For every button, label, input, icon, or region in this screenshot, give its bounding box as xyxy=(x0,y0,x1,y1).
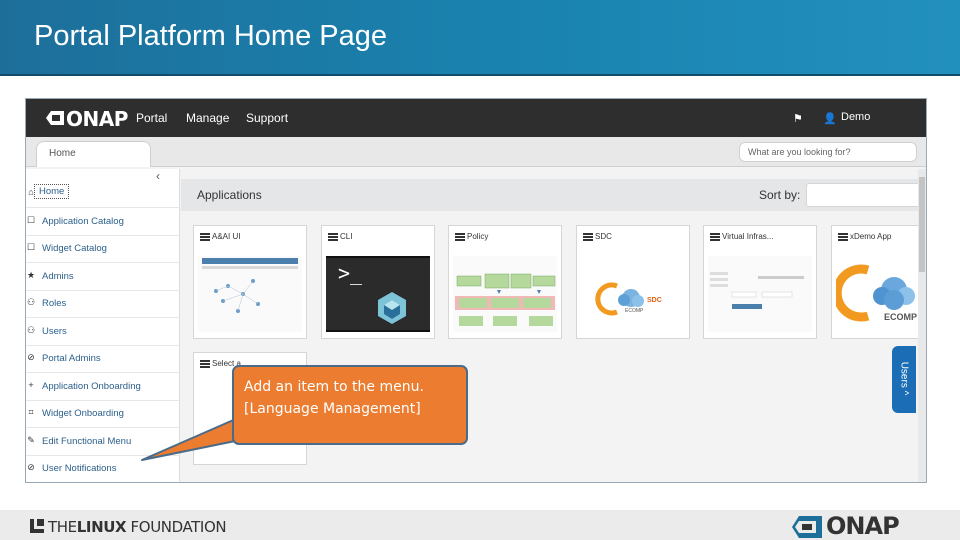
sidebar-item-label: Widget Catalog xyxy=(42,243,107,254)
sidebar-item-widget-onboarding[interactable]: ⌗ Widget Onboarding xyxy=(26,400,180,428)
svg-text:SDC: SDC xyxy=(647,297,662,304)
sidebar-item-widget-catalog[interactable]: ☐ Widget Catalog xyxy=(26,235,180,263)
slide-title: Portal Platform Home Page xyxy=(34,20,387,52)
nav-manage[interactable]: Manage xyxy=(186,111,229,125)
tab-home[interactable]: Home xyxy=(36,141,151,167)
widget-icon: ☐ xyxy=(26,242,36,252)
svg-text:>_: >_ xyxy=(338,261,363,285)
app-card-xdemo[interactable]: xDemo App ECOMP xyxy=(831,225,926,339)
onap-footer-icon xyxy=(792,516,822,538)
tab-home-label: Home xyxy=(49,148,76,159)
flag-icon[interactable]: ⚑ xyxy=(793,112,803,125)
menu-icon[interactable] xyxy=(328,233,338,241)
sidebar-item-users[interactable]: ⚇ Users xyxy=(26,318,180,346)
app-name: Virtual Infras... xyxy=(722,232,774,241)
sidebar-item-label: Roles xyxy=(42,298,67,309)
callout-line-1: Add an item to the menu. xyxy=(244,379,424,395)
sidebar-item-application-catalog[interactable]: ☐ Application Catalog xyxy=(26,208,180,236)
nav-support[interactable]: Support xyxy=(246,111,288,125)
sidebar-item-admins[interactable]: ★ Admins xyxy=(26,263,180,291)
sidebar-item-user-notifications[interactable]: ⊘ User Notifications xyxy=(26,455,180,482)
sidebar-item-home[interactable]: ⌂ Home xyxy=(26,180,180,208)
sidebar-item-application-onboarding[interactable]: + Application Onboarding xyxy=(26,373,180,401)
sidebar-item-label: Portal Admins xyxy=(42,353,101,364)
grid-icon: ⌗ xyxy=(28,407,34,417)
star-icon: ★ xyxy=(26,270,36,280)
users-icon: ⚇ xyxy=(26,325,36,335)
menu-icon[interactable] xyxy=(583,233,593,241)
sidebar-item-roles[interactable]: ⚇ Roles xyxy=(26,290,180,318)
sidebar-item-label: Application Catalog xyxy=(42,216,124,227)
admin-icon: ⊘ xyxy=(27,352,35,362)
linux-foundation-text: THELINUX FOUNDATION xyxy=(48,518,227,536)
users-panel-label: Users ^ xyxy=(898,361,910,396)
applications-title: Applications xyxy=(197,188,262,202)
sidebar: ‹ ⌂ Home ☐ Application Catalog ☐ Widget Cat… xyxy=(26,169,180,482)
tab-bar: Home What are you looking for? xyxy=(26,137,926,167)
app-name: xDemo App xyxy=(850,232,892,241)
applications-header: Applications Sort by: xyxy=(181,179,926,211)
cli-thumbnail: >_ xyxy=(326,256,430,332)
user-name[interactable]: Demo xyxy=(841,111,870,123)
users-panel-toggle[interactable]: Users ^ xyxy=(892,346,916,413)
sdc-logo: SDC ECOMP xyxy=(595,282,662,316)
menu-icon[interactable] xyxy=(455,233,465,241)
sidebar-item-label: Application Onboarding xyxy=(42,381,141,392)
policy-thumbnail xyxy=(453,256,557,332)
menu-icon[interactable] xyxy=(200,233,210,241)
onap-footer-logo: ONAP xyxy=(790,512,920,540)
sort-select[interactable] xyxy=(806,183,921,207)
app-card-aai[interactable]: A&AI UI xyxy=(193,225,307,339)
notification-icon: ⊘ xyxy=(27,462,35,472)
svg-text:ECOMP: ECOMP xyxy=(884,312,917,322)
menu-icon[interactable] xyxy=(838,233,848,241)
sidebar-item-edit-functional-menu[interactable]: ✎ Edit Functional Menu xyxy=(26,428,180,456)
app-name: A&AI UI xyxy=(212,232,241,241)
portal-screenshot: ONAP Portal Manage Support ⚑ 👤 Demo Home… xyxy=(25,98,927,483)
app-name: CLI xyxy=(340,232,353,241)
onap-logo: ONAP xyxy=(44,107,136,131)
callout-text: Add an item to the menu. [Language Manag… xyxy=(244,376,424,420)
app-card-sdc[interactable]: SDC SDC ECOMP xyxy=(576,225,690,339)
sidebar-item-label: Home xyxy=(34,184,70,199)
linux-foundation-icon xyxy=(30,519,44,533)
aai-thumbnail xyxy=(198,256,302,332)
roles-icon: ⚇ xyxy=(26,297,36,307)
callout-box: Add an item to the menu. [Language Manag… xyxy=(232,365,468,445)
sidebar-item-label: Widget Onboarding xyxy=(42,408,124,419)
slide-footer: THELINUX FOUNDATION ONAP xyxy=(0,510,960,540)
pencil-icon: ✎ xyxy=(27,435,35,445)
menu-icon[interactable] xyxy=(200,360,210,368)
virtual-infrastructure-thumbnail xyxy=(708,256,812,332)
svg-text:ECOMP: ECOMP xyxy=(625,308,644,314)
search-input[interactable]: What are you looking for? xyxy=(739,142,917,162)
portal-top-nav: ONAP Portal Manage Support ⚑ 👤 Demo xyxy=(26,99,926,137)
user-icon[interactable]: 👤 xyxy=(823,112,837,125)
sidebar-item-label: Edit Functional Menu xyxy=(42,436,132,447)
sidebar-item-label: Admins xyxy=(42,271,74,282)
app-card-cli[interactable]: CLI >_ xyxy=(321,225,435,339)
onap-logo-text: ONAP xyxy=(66,107,128,131)
sidebar-item-portal-admins[interactable]: ⊘ Portal Admins xyxy=(26,345,180,373)
slide-header: Portal Platform Home Page xyxy=(0,0,960,76)
sort-label: Sort by: xyxy=(759,188,801,202)
nav-portal[interactable]: Portal xyxy=(136,111,167,125)
menu-icon[interactable] xyxy=(710,233,720,241)
app-name: Policy xyxy=(467,232,489,241)
sidebar-item-label: Users xyxy=(42,326,67,337)
app-card-virtual-infrastructure[interactable]: Virtual Infras... xyxy=(703,225,817,339)
onap-footer-text: ONAP xyxy=(826,512,900,540)
callout-line-2: [Language Management] xyxy=(244,401,421,417)
catalog-icon: ☐ xyxy=(26,215,36,225)
app-name: SDC xyxy=(595,232,612,241)
app-card-policy[interactable]: Policy xyxy=(448,225,562,339)
sidebar-item-label: User Notifications xyxy=(42,463,117,474)
ecomp-logo: ECOMP xyxy=(836,264,917,322)
onap-logo-icon xyxy=(46,111,64,125)
scrollbar-thumb[interactable] xyxy=(919,177,925,272)
plus-icon: + xyxy=(28,380,34,390)
vertical-scrollbar[interactable] xyxy=(918,169,926,482)
